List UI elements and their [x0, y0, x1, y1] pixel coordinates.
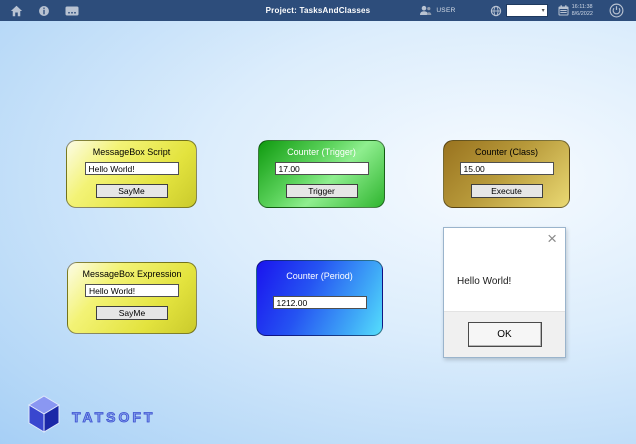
top-toolbar: Project: TasksAndClasses USER ▾ — [0, 0, 636, 21]
dialog-footer: OK — [444, 311, 565, 357]
power-icon[interactable] — [609, 3, 624, 18]
counter-class-input[interactable] — [460, 162, 554, 175]
toolbar-right-group: USER ▾ 16:11:38 8/6/2022 — [419, 0, 624, 21]
sayme-expression-button[interactable]: SayMe — [96, 306, 168, 320]
language-cluster: ▾ — [490, 4, 548, 17]
panel-counter-class: Counter (Class) Execute — [443, 140, 570, 208]
datetime-display: 16:11:38 8/6/2022 — [572, 4, 593, 17]
panel-title: Counter (Period) — [286, 271, 353, 281]
dialog-message: Hello World! — [457, 276, 511, 287]
panel-title: MessageBox Script — [93, 147, 171, 157]
panel-title: Counter (Trigger) — [287, 147, 356, 157]
language-select[interactable]: ▾ — [506, 4, 548, 17]
user-button[interactable]: USER — [419, 5, 455, 16]
panel-counter-trigger: Counter (Trigger) Trigger — [258, 140, 385, 208]
brand-name: TATSOFT — [72, 409, 155, 425]
messagebox-dialog: × Hello World! OK — [443, 227, 566, 358]
globe-icon — [490, 5, 502, 17]
clock-cluster: 16:11:38 8/6/2022 — [558, 4, 593, 17]
brand-logo: TATSOFT — [24, 393, 155, 440]
user-name-label: USER — [436, 7, 455, 14]
date-label: 8/6/2022 — [572, 11, 593, 18]
tatsoft-cube-icon — [24, 393, 64, 440]
ok-button[interactable]: OK — [468, 322, 542, 347]
panel-messagebox-script: MessageBox Script SayMe — [66, 140, 197, 208]
panel-messagebox-expression: MessageBox Expression SayMe — [67, 262, 197, 334]
message-input[interactable] — [85, 162, 179, 175]
chevron-down-icon: ▾ — [542, 8, 545, 14]
panel-title: Counter (Class) — [475, 147, 538, 157]
counter-period-input[interactable] — [273, 296, 367, 309]
close-icon[interactable]: × — [547, 230, 557, 247]
trigger-button[interactable]: Trigger — [286, 184, 358, 198]
expression-input[interactable] — [85, 284, 179, 297]
panel-title: MessageBox Expression — [82, 269, 181, 279]
calendar-icon — [558, 5, 569, 16]
counter-trigger-input[interactable] — [275, 162, 369, 175]
user-icon — [419, 5, 432, 16]
execute-button[interactable]: Execute — [471, 184, 543, 198]
panel-counter-period: Counter (Period) — [256, 260, 383, 336]
runtime-screen: Project: TasksAndClasses USER ▾ — [0, 0, 636, 444]
sayme-button[interactable]: SayMe — [96, 184, 168, 198]
